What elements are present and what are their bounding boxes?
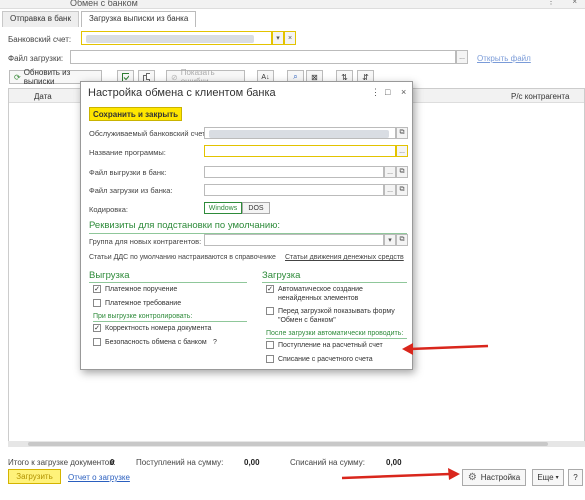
encoding-windows[interactable]: Windows [204, 202, 242, 214]
import-file-field[interactable] [204, 184, 384, 196]
close-icon[interactable]: × [572, 0, 577, 6]
clear-icon[interactable]: × [284, 31, 296, 45]
annotation-arrow [402, 343, 489, 355]
outgoing-value: 0,00 [386, 458, 402, 467]
encoding-dos[interactable]: DOS [242, 202, 270, 214]
browse-button[interactable]: ... [384, 166, 396, 178]
refresh-icon: ⟳ [14, 72, 21, 82]
group-field[interactable] [204, 234, 384, 246]
outgoing-label: Списаний на сумму: [290, 458, 365, 467]
encoding-label: Кодировка: [89, 205, 128, 214]
dialog-title: Настройка обмена с клиентом банка [88, 87, 276, 99]
bank-account-label: Банковский счет: [8, 35, 72, 44]
redacted-value [86, 35, 254, 43]
browse-button[interactable]: ... [384, 184, 396, 196]
divider [266, 338, 407, 339]
bank-account-field[interactable] [81, 31, 272, 45]
receipt-label: Поступление на расчетный счет [278, 342, 383, 349]
tab-bar: Отправка в банк Загрузка выписки из банк… [2, 11, 198, 27]
served-account-field[interactable] [204, 127, 396, 139]
total-docs-label: Итого к загрузке документов: [8, 458, 116, 467]
help-button[interactable]: ? [568, 469, 583, 486]
chevron-down-icon: ▾ [555, 475, 559, 481]
export-file-label: Файл выгрузки в банк: [89, 168, 167, 177]
receipt-checkbox[interactable] [266, 341, 274, 349]
show-form-checkbox[interactable] [266, 307, 274, 315]
divider [89, 282, 247, 283]
redacted-value [209, 130, 389, 138]
open-icon[interactable]: ⧉ [396, 234, 408, 246]
auto-create-checkbox[interactable]: ✓ [266, 285, 274, 293]
upload-button[interactable]: Загрузить [8, 469, 61, 484]
writeoff-label: Списание с расчетного счета [278, 356, 373, 363]
chevron-down-icon[interactable]: ▾ [272, 31, 284, 45]
col-date[interactable]: Дата [34, 92, 52, 101]
safe-exchange-checkbox[interactable] [93, 338, 101, 346]
account-correct-label: Корректность номера документа [105, 325, 212, 332]
col-counterparty-account[interactable]: Р/с контрагента [511, 92, 569, 101]
auto-create-label: Автоматическое создание ненайденных элем… [278, 286, 363, 302]
payment-order-label: Платежное поручение [105, 286, 178, 293]
tab-send-to-bank[interactable]: Отправка в банк [2, 11, 79, 27]
maximize-icon[interactable]: □ [385, 87, 390, 97]
horizontal-scrollbar[interactable] [8, 441, 585, 447]
scrollbar-thumb[interactable] [28, 442, 548, 446]
upload-report-link[interactable]: Отчет о загрузке [68, 473, 130, 482]
incoming-label: Поступлений на сумму: [136, 458, 224, 467]
program-name-field[interactable] [204, 145, 396, 157]
dialog-close-icon[interactable]: × [401, 87, 406, 97]
group-label: Группа для новых контрагентов: [89, 237, 202, 246]
dds-link[interactable]: Статьи движения денежных средств [285, 254, 404, 261]
payment-request-label: Платежное требование [105, 300, 182, 307]
show-form-label: Перед загрузкой показывать форму "Обмен … [278, 308, 395, 324]
payment-request-checkbox[interactable] [93, 299, 101, 307]
divider [262, 282, 407, 283]
dialog-menu-icon[interactable]: ⋮ [371, 87, 380, 98]
payment-order-checkbox[interactable]: ✓ [93, 285, 101, 293]
settings-button[interactable]: ⚙ Настройка [462, 469, 526, 486]
upload-file-field[interactable] [70, 50, 456, 64]
divider [93, 321, 247, 322]
tab-load-statement[interactable]: Загрузка выписки из банка [80, 11, 197, 27]
dds-note: Статьи ДДС по умолчанию настраиваются в … [89, 254, 276, 261]
export-file-field[interactable] [204, 166, 384, 178]
window-title: Обмен с банком [70, 0, 138, 8]
upload-file-label: Файл загрузки: [8, 54, 64, 63]
open-file-link[interactable]: Открыть файл [477, 54, 531, 63]
total-docs-value: 0 [110, 458, 115, 467]
more-label: Еще [537, 473, 554, 482]
writeoff-checkbox[interactable] [266, 355, 274, 363]
export-section-header: Выгрузка [89, 270, 130, 281]
annotation-arrow [341, 468, 460, 480]
served-account-label: Обслуживаемый банковский счет: [89, 129, 208, 138]
browse-button[interactable]: ... [396, 145, 408, 157]
chevron-down-icon[interactable]: ▾ [384, 234, 396, 246]
help-icon[interactable]: ? [213, 338, 217, 347]
window-title-bar: Обмен с банком ⋮ × [0, 0, 585, 9]
settings-label: Настройка [480, 473, 521, 482]
save-and-close-button[interactable]: Сохранить и закрыть [89, 107, 182, 121]
open-icon[interactable]: ⧉ [396, 127, 408, 139]
open-icon[interactable]: ⧉ [396, 166, 408, 178]
gear-icon: ⚙ [467, 472, 477, 483]
program-name-label: Название программы: [89, 148, 166, 157]
safe-exchange-label: Безопасность обмена с банком [105, 339, 207, 346]
after-load-subheader: После загрузки автоматически проводить: [266, 330, 404, 337]
more-button[interactable]: Еще ▾ [532, 469, 564, 486]
more-options-icon[interactable]: ⋮ [547, 0, 555, 6]
control-subheader: При выгрузке контролировать: [93, 313, 193, 320]
defaults-section-header: Реквизиты для подстановки по умолчанию: [89, 220, 280, 231]
import-file-label: Файл загрузки из банка: [89, 186, 173, 195]
account-correct-checkbox[interactable]: ✓ [93, 324, 101, 332]
open-icon[interactable]: ⧉ [396, 184, 408, 196]
exchange-settings-dialog: Настройка обмена с клиентом банка ⋮ □ × … [80, 81, 413, 370]
incoming-value: 0,00 [244, 458, 260, 467]
browse-button[interactable]: ... [456, 50, 468, 64]
import-section-header: Загрузка [262, 270, 301, 281]
